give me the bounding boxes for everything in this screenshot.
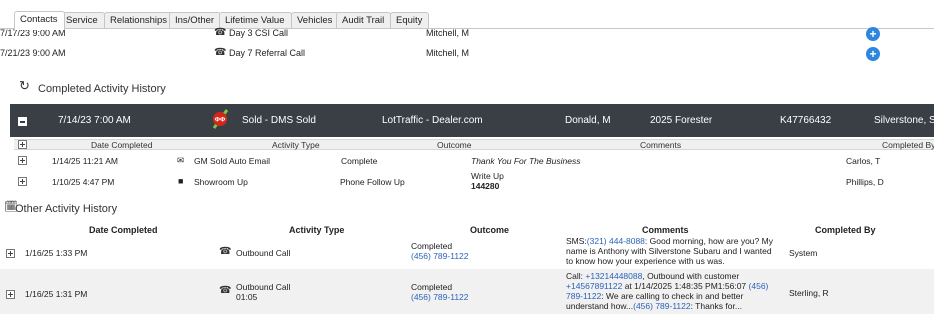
row-completed-by: Sterling, R [789,288,829,298]
table-row[interactable]: 1/16/25 1:31 PM ☎ Outbound Call 01:05 Co… [0,269,934,314]
deal-status: Sold - DMS Sold [242,115,316,126]
row-comment-line2: 144280 [471,181,500,191]
deal-salesperson: Donald, M [565,115,611,126]
header-date-completed: Date Completed [89,225,158,235]
header-outcome: Outcome [470,225,510,235]
row-date: 1/16/25 1:31 PM [25,289,88,299]
header-activity-type: Activity Type [289,225,345,235]
table-row[interactable]: 1/16/25 1:33 PM ☎ Outbound Call Complete… [0,236,934,268]
row-comment: Call: +13214448088, Outbound with custom… [566,271,778,311]
comment-text: , Outbound with customer [642,271,740,281]
header-completed-by: Completed By [815,225,876,235]
comment-text: SMS: [566,236,587,246]
upcoming-assigned: Mitchell, M [426,28,470,38]
header-date-completed: Date Completed [91,140,153,150]
row-comment-line1: Write Up [471,171,504,181]
upcoming-row[interactable]: 7/21/23 9:00 AM ☎ Day 7 Referral Call Mi… [0,44,934,64]
comment-text: at 1/14/2025 1:48:35 PM1:56:07 [622,281,749,291]
row-completed-by: Phillips, D [846,177,884,187]
upcoming-assigned: Mitchell, M [426,48,470,58]
comment-phone-link[interactable]: (321) 444-8088 [587,236,645,246]
tab-bar: Contacts Service Relationships Ins/Other… [0,0,934,30]
collapse-button[interactable] [18,117,27,126]
row-outcome: Completed [411,282,453,292]
sold-badge-text: ΦΦ [215,117,226,124]
row-completed-by: System [789,248,818,258]
header-completed-by: Completed By [882,140,934,150]
expand-row-button[interactable] [18,156,27,165]
upcoming-date: 7/21/23 9:00 AM [0,48,66,58]
row-date: 1/16/25 1:33 PM [25,248,88,258]
row-outcome: Phone Follow Up [340,177,405,187]
row-phone-link[interactable]: (456) 789-1122 [411,251,469,261]
expand-all-button[interactable] [18,140,27,149]
history-icon: ↻ [19,78,30,93]
header-activity-type: Activity Type [272,140,320,150]
deal-vehicle: 2025 Forester [650,115,713,126]
deal-date: 7/14/23 7:00 AM [58,115,131,126]
expand-row-button[interactable] [6,249,15,258]
row-completed-by: Carlos, T [846,156,881,166]
phone-icon: ☎ [219,246,232,257]
header-outcome: Outcome [437,140,472,150]
row-phone-link[interactable]: (456) 789-1122 [411,292,469,302]
row-activity-type: Showroom Up [194,177,248,187]
add-activity-button[interactable]: + [866,27,880,41]
expand-row-button[interactable] [18,177,27,186]
expand-row-button[interactable] [6,290,15,299]
deal-summary-bar[interactable]: 7/14/23 7:00 AM ΦΦ Sold - DMS Sold LotTr… [10,104,934,137]
deal-dealer: Silverstone, S [874,115,934,126]
phone-icon: ☎ [214,27,227,38]
row-activity-type: GM Sold Auto Email [194,156,271,166]
email-icon: ✉ [177,155,185,165]
completed-history-title: Completed Activity History [38,83,166,95]
phone-icon: ☎ [219,285,232,296]
row-activity-type: Outbound Call [236,282,291,292]
header-comments: Comments [642,225,689,235]
row-outcome: Complete [341,156,378,166]
table-row[interactable]: 1/14/25 11:21 AM ✉ GM Sold Auto Email Co… [14,151,934,170]
comment-phone-link[interactable]: (456) 789-1122 [633,301,691,311]
deal-stock: K47766432 [780,115,832,126]
row-duration: 01:05 [236,292,258,302]
header-comments: Comments [640,140,682,150]
upcoming-row[interactable]: 7/17/23 9:00 AM ☎ Day 3 CSI Call Mitchel… [0,26,934,42]
completed-table-header: Date Completed Activity Type Outcome Com… [14,139,934,150]
comment-phone-link[interactable]: +13214448088 [585,271,642,281]
tab-contacts[interactable]: Contacts [14,11,65,30]
row-date: 1/14/25 11:21 AM [52,156,119,166]
table-row[interactable]: 1/10/25 4:47 PM ■ Showroom Up Phone Foll… [14,169,934,191]
row-date: 1/10/25 4:47 PM [52,177,115,187]
row-comment: Thank You For The Business [471,156,581,166]
comment-text: : Thanks for... [690,301,742,311]
comment-text: Call: [566,271,586,281]
row-comment: SMS:(321) 444-8088: Good morning, how ar… [566,236,776,266]
sold-icon: ΦΦ [212,109,229,129]
row-outcome: Completed [411,241,453,251]
comment-phone-link[interactable]: +14567891122 [566,281,622,291]
upcoming-activity: Day 7 Referral Call [229,48,306,58]
other-history-title: Other Activity History [15,203,118,215]
add-activity-button[interactable]: + [866,47,880,61]
other-table-header: Date Completed Activity Type Outcome Com… [0,223,934,236]
showroom-icon: ■ [178,176,184,186]
row-activity-type: Outbound Call [236,248,291,258]
upcoming-activity: Day 3 CSI Call [229,28,289,38]
deal-source: LotTraffic - Dealer.com [382,115,483,126]
phone-icon: ☎ [214,47,227,58]
